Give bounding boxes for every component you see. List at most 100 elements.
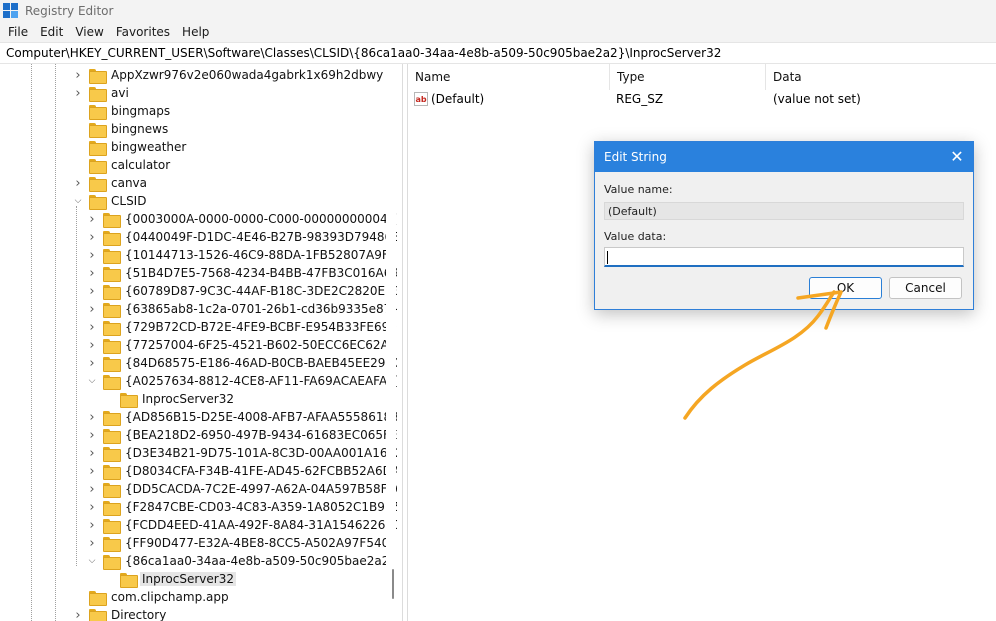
cancel-button[interactable]: Cancel — [889, 277, 962, 299]
chevron-right-icon[interactable]: › — [87, 302, 97, 317]
tree-item-label: Directory — [111, 608, 167, 621]
tree-item[interactable]: › {FF90D477-E32A-4BE8-8CC5-A502A97F5401} — [87, 534, 397, 552]
tree-item[interactable]: › {AD856B15-D25E-4008-AFB7-AFAA55586188} — [87, 408, 397, 426]
tree-item[interactable]: › AppXzwr976v2e060wada4gabrk1x69h2dbwy — [73, 66, 385, 84]
chevron-right-icon[interactable]: › — [87, 212, 97, 227]
tree-item[interactable]: InprocServer32 — [104, 390, 236, 408]
folder-icon — [103, 554, 121, 570]
chevron-right-icon[interactable]: › — [87, 536, 97, 551]
address-path[interactable]: Computer\HKEY_CURRENT_USER\Software\Clas… — [6, 46, 721, 60]
chevron-right-icon[interactable]: › — [87, 356, 97, 371]
menu-favorites[interactable]: Favorites — [110, 25, 176, 39]
tree-item-label: {BEA218D2-6950-497B-9434-61683EC065FE} — [125, 428, 397, 442]
folder-icon — [89, 122, 107, 138]
chevron-right-icon[interactable]: › — [87, 500, 97, 515]
chevron-right-icon[interactable]: › — [87, 284, 97, 299]
tree-item-label: {60789D87-9C3C-44AF-B18C-3DE2C2820ED3} — [125, 284, 397, 298]
chevron-right-icon[interactable]: › — [73, 68, 83, 83]
tree-item[interactable]: ⌵ CLSID — [73, 192, 148, 210]
menu-edit[interactable]: Edit — [34, 25, 69, 39]
value-data: (value not set) — [773, 92, 861, 106]
tree-item[interactable]: ⌵ {86ca1aa0-34aa-4e8b-a509-50c905bae2a2} — [87, 552, 397, 570]
tree-scrollbar[interactable] — [386, 64, 396, 621]
tree-item[interactable]: › {FCDD4EED-41AA-492F-8A84-31A1546226E0} — [87, 516, 397, 534]
tree-item[interactable]: › avi — [73, 84, 131, 102]
ok-button[interactable]: OK — [809, 277, 882, 299]
tree-item[interactable]: › {10144713-1526-46C9-88DA-1FB52807A9FF} — [87, 246, 397, 264]
chevron-right-icon[interactable]: › — [87, 428, 97, 443]
chevron-right-icon[interactable]: › — [87, 464, 97, 479]
chevron-right-icon[interactable]: › — [87, 338, 97, 353]
tree-item[interactable]: bingweather — [73, 138, 188, 156]
menu-view[interactable]: View — [69, 25, 109, 39]
tree-item[interactable]: › {F2847CBE-CD03-4C83-A359-1A8052C1B9D5} — [87, 498, 397, 516]
tree-item[interactable]: › {60789D87-9C3C-44AF-B18C-3DE2C2820ED3} — [87, 282, 397, 300]
tree-guide-line — [55, 64, 56, 621]
pane-splitter[interactable] — [402, 64, 403, 621]
chevron-right-icon[interactable]: › — [87, 518, 97, 533]
tree-item[interactable]: › {84D68575-E186-46AD-B0CB-BAEB45EE29C0} — [87, 354, 397, 372]
chevron-right-icon[interactable]: › — [87, 266, 97, 281]
list-header: Name Type Data — [408, 64, 996, 90]
chevron-down-icon[interactable]: ⌵ — [87, 376, 97, 386]
column-header-name[interactable]: Name — [408, 64, 610, 90]
chevron-right-icon[interactable]: › — [87, 446, 97, 461]
tree-item[interactable]: › {D3E34B21-9D75-101A-8C3D-00AA001A1652} — [87, 444, 397, 462]
key-tree[interactable]: › AppXzwr976v2e060wada4gabrk1x69h2dbwy › av… — [0, 64, 397, 621]
tree-item[interactable]: › Directory — [73, 606, 168, 621]
tree-scrollbar-thumb[interactable] — [392, 569, 394, 599]
chevron-right-icon[interactable]: › — [87, 248, 97, 263]
tree-item[interactable]: ⌵ {A0257634-8812-4CE8-AF11-FA69ACAEAFAE} — [87, 372, 397, 390]
tree-item-label: {51B4D7E5-7568-4234-B4BB-47FB3C016A69} — [125, 266, 397, 280]
tree-item[interactable]: bingnews — [73, 120, 170, 138]
chevron-right-icon[interactable]: › — [87, 482, 97, 497]
tree-item-label: bingnews — [111, 122, 169, 136]
chevron-right-icon[interactable]: › — [73, 608, 83, 621]
tree-item[interactable]: › {DD5CACDA-7C2E-4997-A62A-04A597B58F76} — [87, 480, 397, 498]
folder-icon — [103, 356, 121, 372]
tree-item[interactable]: › {0440049F-D1DC-4E46-B27B-98393D79486B} — [87, 228, 397, 246]
tree-item[interactable]: › {77257004-6F25-4521-B602-50ECC6EC62A6} — [87, 336, 397, 354]
tree-item-label: avi — [111, 86, 129, 100]
chevron-down-icon[interactable]: ⌵ — [73, 196, 83, 206]
chevron-right-icon[interactable]: › — [73, 176, 83, 191]
dialog-title-bar[interactable]: Edit String — [595, 142, 973, 172]
tree-item[interactable]: InprocServer32 — [104, 570, 236, 588]
tree-item-label: InprocServer32 — [142, 392, 234, 406]
value-data-input[interactable] — [604, 247, 964, 267]
chevron-right-icon[interactable]: › — [73, 86, 83, 101]
title-bar: Registry Editor — [0, 0, 996, 22]
menu-help[interactable]: Help — [176, 25, 215, 39]
chevron-right-icon[interactable]: › — [87, 410, 97, 425]
tree-item[interactable]: › {51B4D7E5-7568-4234-B4BB-47FB3C016A69} — [87, 264, 397, 282]
tree-item[interactable]: calculator — [73, 156, 172, 174]
tree-item[interactable]: › {0003000A-0000-0000-C000-000000000046} — [87, 210, 397, 228]
folder-icon — [103, 248, 121, 264]
close-icon[interactable]: ✕ — [949, 149, 965, 165]
chevron-down-icon[interactable]: ⌵ — [87, 556, 97, 566]
tree-item[interactable]: › {D8034CFA-F34B-41FE-AD45-62FCBB52A6DA} — [87, 462, 397, 480]
tree-item-label: {10144713-1526-46C9-88DA-1FB52807A9FF} — [125, 248, 397, 262]
list-item[interactable]: ab (Default) REG_SZ (value not set) — [408, 90, 996, 108]
column-header-data[interactable]: Data — [766, 64, 996, 90]
tree-item[interactable]: › {63865ab8-1c2a-0701-26b1-cd36b9335e87} — [87, 300, 397, 318]
tree-item[interactable]: › canva — [73, 174, 149, 192]
tree-item[interactable]: › {729B72CD-B72E-4FE9-BCBF-E954B33FE699} — [87, 318, 397, 336]
address-bar[interactable]: Computer\HKEY_CURRENT_USER\Software\Clas… — [0, 42, 996, 64]
tree-item[interactable]: com.clipchamp.app — [73, 588, 231, 606]
value-name: (Default) — [431, 92, 485, 106]
folder-icon — [103, 338, 121, 354]
tree-item[interactable]: › {BEA218D2-6950-497B-9434-61683EC065FE} — [87, 426, 397, 444]
menu-file[interactable]: File — [2, 25, 34, 39]
tree-item-label: {FF90D477-E32A-4BE8-8CC5-A502A97F5401} — [125, 536, 397, 550]
tree-item[interactable]: bingmaps — [73, 102, 172, 120]
tree-item-label: canva — [111, 176, 148, 190]
chevron-right-icon[interactable]: › — [87, 230, 97, 245]
folder-icon — [120, 572, 138, 588]
folder-icon — [89, 68, 107, 84]
chevron-right-icon[interactable]: › — [87, 320, 97, 335]
column-header-type[interactable]: Type — [610, 64, 766, 90]
